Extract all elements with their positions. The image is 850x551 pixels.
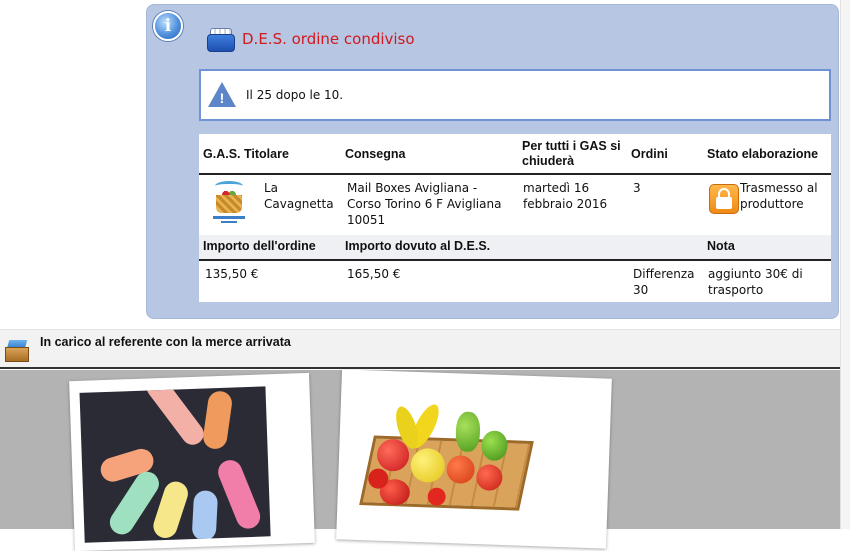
warning-icon: ! [208, 82, 236, 108]
consegna-address: Mail Boxes Avigliana - Corso Torino 6 F … [347, 181, 502, 227]
order-title: D.E.S. ordine condiviso [242, 30, 415, 48]
alert-text: Il 25 dopo le 10. [246, 88, 344, 102]
header-consegna: Consegna [345, 147, 406, 161]
product-card-chalk[interactable] [69, 372, 315, 551]
order-title-row: D.E.S. ordine condiviso [206, 24, 415, 54]
dovuto-value: 165,50 € [347, 267, 401, 281]
product-card-fruit[interactable] [336, 369, 612, 549]
shopping-basket-icon [206, 26, 236, 53]
lock-icon [709, 184, 739, 214]
section-title: In carico al referente con la merce arri… [40, 335, 291, 349]
header-importo: Importo dell'ordine [203, 239, 316, 253]
chiusura-date: martedì 16 febbraio 2016 [523, 181, 608, 211]
importo-value: 135,50 € [205, 267, 259, 281]
box-icon [5, 338, 29, 362]
summary-divider [199, 259, 831, 261]
scrollbar-strip[interactable] [840, 0, 850, 529]
header-divider [199, 173, 831, 175]
gas-logo [213, 181, 245, 225]
stato-text: Trasmesso al produttore [740, 181, 818, 211]
order-table: G.A.S. Titolare Consegna Per tutti i GAS… [199, 134, 831, 302]
header-dovuto: Importo dovuto al D.E.S. [345, 239, 491, 253]
info-icon: i [153, 11, 183, 41]
chalk-image [79, 386, 271, 543]
differenza-value: Differenza 30 [633, 267, 695, 297]
header-chiusura: Per tutti i GAS si chiuderà [522, 139, 621, 168]
fruit-crate-image [357, 390, 536, 526]
nota-value: aggiunto 30€ di trasporto [708, 267, 803, 297]
section-header: In carico al referente con la merce arri… [0, 329, 840, 369]
header-ordini: Ordini [631, 147, 668, 161]
ordini-count: 3 [633, 181, 641, 195]
header-stato: Stato elaborazione [707, 147, 819, 161]
header-gas: G.A.S. Titolare [203, 147, 289, 161]
gas-name: La Cavagnetta [264, 181, 334, 211]
alert-box: ! Il 25 dopo le 10. [199, 69, 831, 121]
header-nota: Nota [707, 239, 735, 253]
